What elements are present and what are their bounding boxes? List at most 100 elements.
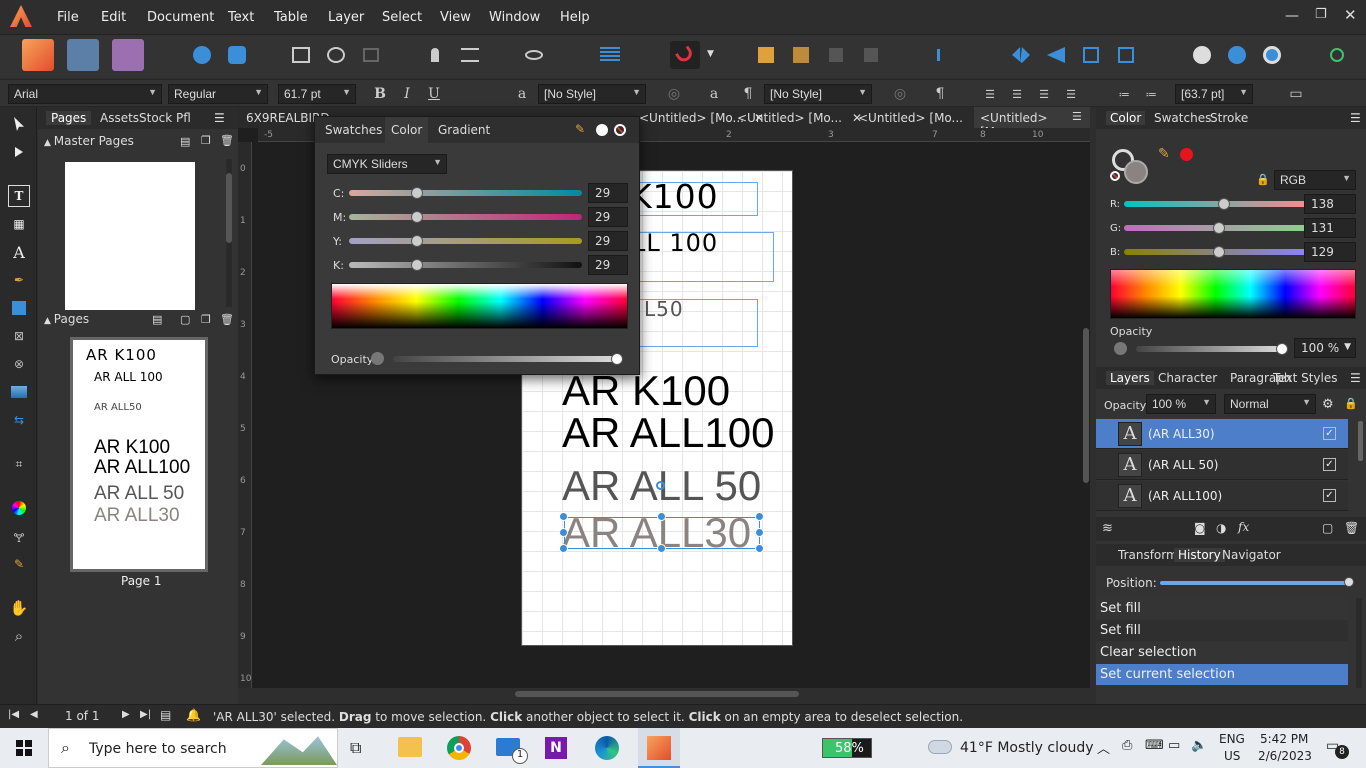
rgb-value-field[interactable]: 138 bbox=[1304, 194, 1356, 214]
layer-settings-gear-icon[interactable]: ⚙ bbox=[1322, 397, 1334, 412]
order-back-icon[interactable] bbox=[752, 41, 780, 69]
history-item[interactable]: Set fill bbox=[1096, 598, 1348, 619]
duplicate-page-icon[interactable]: ❐ bbox=[201, 313, 211, 326]
text-frame-icon[interactable]: ▭ bbox=[1286, 84, 1306, 104]
photo-persona-icon[interactable] bbox=[112, 39, 144, 71]
tab-stock[interactable]: Stock bbox=[139, 111, 172, 125]
onenote-icon[interactable]: N bbox=[545, 737, 567, 759]
bullets-icon[interactable]: ≔ bbox=[1114, 84, 1134, 104]
selection-handle[interactable] bbox=[755, 512, 764, 521]
cmyk-slider-knob[interactable] bbox=[410, 235, 423, 247]
char-style-panel-icon[interactable]: a bbox=[704, 84, 724, 104]
cmyk-slider-track[interactable] bbox=[349, 214, 582, 220]
underline-button[interactable]: U bbox=[424, 84, 444, 104]
popup-tab-gradient[interactable]: Gradient bbox=[438, 123, 490, 137]
history-scrollbar[interactable] bbox=[1356, 598, 1362, 688]
menu-select[interactable]: Select bbox=[382, 10, 422, 25]
cmyk-slider-knob[interactable] bbox=[410, 211, 423, 223]
lang-secondary[interactable]: US bbox=[1224, 749, 1240, 763]
text-frame[interactable] bbox=[622, 299, 758, 347]
place-image-icon[interactable] bbox=[8, 381, 30, 403]
rgb-slider-knob[interactable] bbox=[1212, 222, 1225, 234]
color-model-dropdown[interactable]: RGB ▼ bbox=[1274, 170, 1356, 190]
selection-handle[interactable] bbox=[559, 544, 568, 553]
canvas-text-all100[interactable]: AR ALL100 bbox=[562, 409, 775, 457]
boolean-intersect-icon[interactable] bbox=[1258, 41, 1286, 69]
snapping-dropdown-icon[interactable]: ▼ bbox=[707, 49, 714, 59]
rgb-slider-track[interactable] bbox=[1124, 201, 1310, 207]
tab-character[interactable]: Character bbox=[1158, 371, 1217, 385]
layer-row[interactable]: A (AR ALL 50) ✓ bbox=[1096, 450, 1348, 480]
rgb-value-field[interactable]: 131 bbox=[1304, 218, 1356, 238]
italic-button[interactable]: I bbox=[397, 84, 417, 104]
selection-handle[interactable] bbox=[755, 528, 764, 537]
menu-table[interactable]: Table bbox=[274, 10, 308, 25]
boolean-add-icon[interactable] bbox=[1188, 41, 1216, 69]
clear-char-style-icon[interactable]: ◎ bbox=[664, 84, 684, 104]
font-family-dropdown[interactable]: Arial ▼ bbox=[8, 84, 162, 104]
cmyk-slider-track[interactable] bbox=[349, 262, 582, 268]
flip-vertical-icon[interactable] bbox=[1042, 41, 1070, 69]
tab-stroke[interactable]: Stroke bbox=[1210, 111, 1248, 125]
no-color-icon[interactable] bbox=[1110, 171, 1120, 181]
table-tool-icon[interactable]: ▦ bbox=[8, 213, 30, 235]
tab-swatches[interactable]: Swatches bbox=[1154, 111, 1211, 125]
text-flow-icon[interactable]: ⇆ bbox=[8, 409, 30, 431]
master-icon[interactable] bbox=[357, 41, 385, 69]
recent-color-swatch[interactable] bbox=[1180, 148, 1193, 161]
vertical-scrollbar[interactable] bbox=[1083, 328, 1089, 483]
canvas-text-k100-wide[interactable]: K100 bbox=[630, 177, 719, 216]
tab-color[interactable]: Color bbox=[1106, 111, 1146, 125]
menu-view[interactable]: View bbox=[440, 10, 471, 25]
preflight-status-icon[interactable]: 🔔 bbox=[186, 708, 201, 722]
network-icon[interactable]: ⌨ bbox=[1145, 738, 1164, 753]
picture-frame-icon[interactable]: ⊠ bbox=[8, 325, 30, 347]
artistic-text-tool-icon[interactable]: A bbox=[8, 241, 30, 263]
publisher-persona-icon[interactable] bbox=[22, 39, 54, 71]
popup-tab-color[interactable]: Color bbox=[385, 117, 429, 143]
align-right-icon[interactable]: ☰ bbox=[1034, 84, 1054, 104]
tray-icon-1[interactable]: ⎙ bbox=[1122, 738, 1132, 753]
display-icon[interactable]: ▭ bbox=[1168, 738, 1180, 753]
pages-icon[interactable]: ▤ bbox=[160, 708, 171, 722]
first-page-icon[interactable]: |◀ bbox=[8, 709, 19, 720]
numbering-icon[interactable]: ≔ bbox=[1141, 84, 1161, 104]
color-spectrum[interactable] bbox=[331, 283, 628, 329]
layer-row[interactable]: A (AR ALL100) ✓ bbox=[1096, 481, 1348, 511]
edge-icon[interactable] bbox=[595, 736, 619, 760]
layer-visibility-checkbox[interactable]: ✓ bbox=[1323, 458, 1336, 471]
rgb-spectrum[interactable] bbox=[1110, 269, 1356, 319]
no-fill-icon[interactable] bbox=[614, 124, 626, 136]
paragraph-style-icon[interactable]: ¶ bbox=[738, 84, 758, 104]
menu-document[interactable]: Document bbox=[147, 10, 214, 25]
font-style-dropdown[interactable]: Regular ▼ bbox=[168, 84, 268, 104]
next-page-icon[interactable]: ▶ bbox=[122, 709, 130, 720]
layer-opacity-field[interactable]: 100 % ▼ bbox=[1146, 394, 1216, 414]
align-center-icon[interactable]: ☰ bbox=[1007, 84, 1027, 104]
horizontal-scrollbar[interactable] bbox=[515, 691, 799, 697]
page-thumbnail[interactable]: AR K100 AR ALL 100 AR ALL50 AR K100 AR A… bbox=[70, 337, 208, 572]
tab-pages[interactable]: Pages bbox=[46, 111, 92, 125]
layers-scrollbar[interactable] bbox=[1358, 421, 1363, 461]
tab-text-styles[interactable]: Text Styles bbox=[1273, 371, 1337, 385]
rgb-slider-knob[interactable] bbox=[1212, 246, 1225, 258]
color-opacity-field[interactable]: 100 % ▼ bbox=[1294, 338, 1356, 358]
master-page-thumbnail[interactable] bbox=[65, 162, 195, 310]
rotation-handle[interactable] bbox=[656, 481, 665, 490]
pin-icon[interactable] bbox=[421, 41, 449, 69]
move-tool-icon[interactable] bbox=[8, 113, 30, 135]
effects-icon[interactable]: fx bbox=[1238, 520, 1249, 534]
rgb-value-field[interactable]: 129 bbox=[1304, 242, 1356, 262]
master-page-options-icon[interactable]: ▤ bbox=[180, 135, 190, 148]
preflight-icon[interactable] bbox=[287, 41, 315, 69]
color-picker-small-icon[interactable]: ✎ bbox=[1158, 146, 1170, 162]
character-style-dropdown[interactable]: [No Style] ▼ bbox=[538, 84, 646, 104]
transparency-tool-icon[interactable]: 🝖 bbox=[8, 525, 30, 547]
designer-persona-icon[interactable] bbox=[67, 39, 99, 71]
zoom-tool-icon[interactable]: ⌕ bbox=[8, 625, 30, 647]
pen-tool-icon[interactable]: ✒ bbox=[8, 269, 30, 291]
rgb-slider-knob[interactable] bbox=[1218, 198, 1231, 210]
menu-window[interactable]: Window bbox=[489, 10, 540, 25]
menu-layer[interactable]: Layer bbox=[328, 10, 364, 25]
hand-tool-icon[interactable]: ✋ bbox=[8, 597, 30, 619]
